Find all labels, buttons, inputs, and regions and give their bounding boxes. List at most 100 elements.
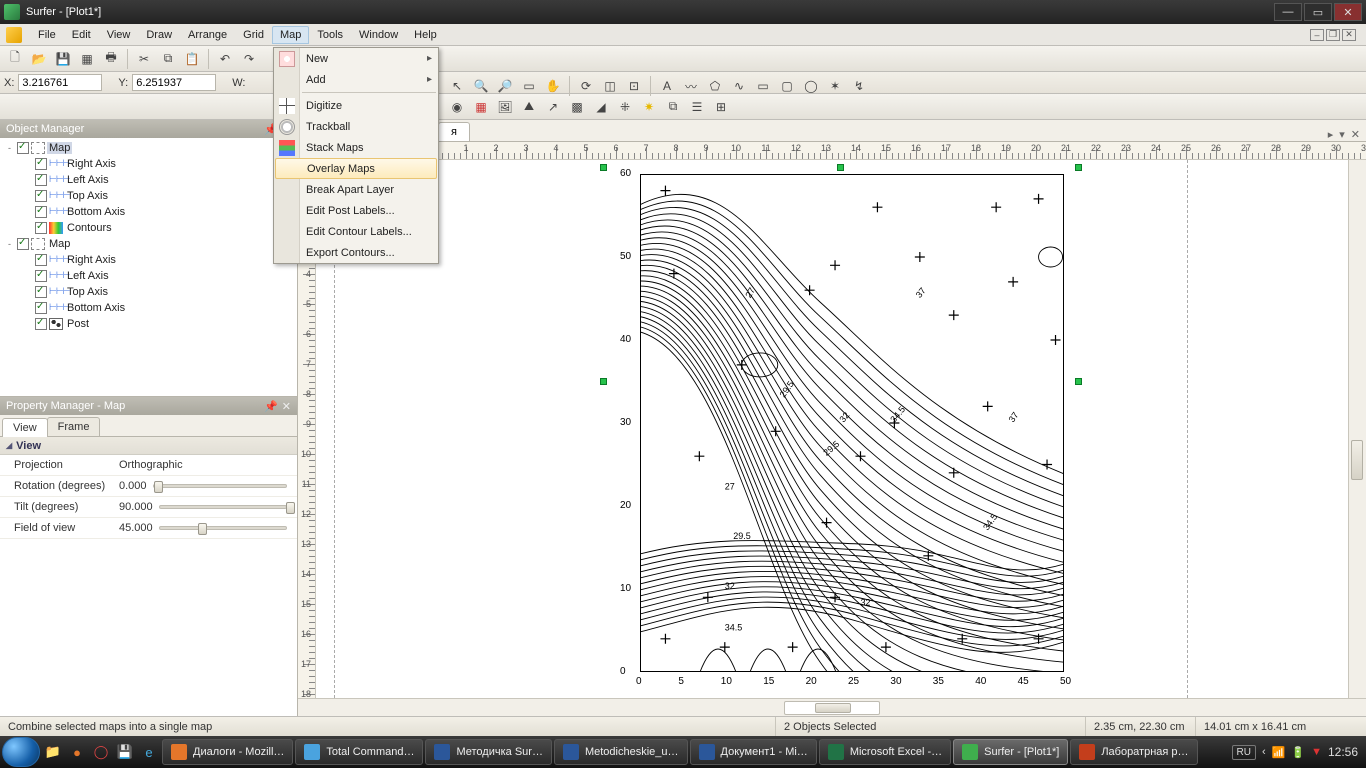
- maximize-button[interactable]: ▭: [1304, 3, 1332, 21]
- data-grid-icon[interactable]: ▦: [76, 48, 98, 70]
- pan-icon[interactable]: ✋: [542, 75, 564, 97]
- menu-help[interactable]: Help: [406, 26, 445, 44]
- tab-scroll-left-icon[interactable]: ▸: [1328, 128, 1334, 141]
- plot-canvas[interactable]: 2729.53234.5373734.52729.53234.53229.5 0…: [316, 160, 1348, 698]
- dd-break-apart[interactable]: Break Apart Layer: [274, 179, 438, 200]
- menu-edit[interactable]: Edit: [64, 26, 99, 44]
- tree-node[interactable]: Right Axis: [2, 156, 295, 172]
- selection-handle[interactable]: [600, 164, 607, 171]
- checkbox[interactable]: [35, 174, 47, 186]
- tree-node[interactable]: Bottom Axis: [2, 204, 295, 220]
- pointer-icon[interactable]: ↖: [446, 75, 468, 97]
- print-icon[interactable]: 🖶: [100, 48, 122, 70]
- dd-stack-maps[interactable]: Stack Maps: [274, 137, 438, 158]
- pin-icon[interactable]: 📌: [264, 400, 278, 413]
- tree-node[interactable]: -Map: [2, 140, 295, 156]
- mdi-minimize[interactable]: –: [1310, 29, 1324, 41]
- map-plot[interactable]: 2729.53234.5373734.52729.53234.53229.5 0…: [606, 170, 1076, 698]
- checkbox[interactable]: [17, 238, 29, 250]
- selection-handle[interactable]: [1075, 378, 1082, 385]
- document-tab[interactable]: я: [438, 122, 470, 141]
- copy-icon[interactable]: ⧉: [157, 48, 179, 70]
- cut-icon[interactable]: ✂: [133, 48, 155, 70]
- taskbar-item[interactable]: Metodicheskie_u…: [554, 739, 688, 765]
- property-row[interactable]: ProjectionOrthographic: [0, 455, 297, 476]
- zoom-out-icon[interactable]: 🔎: [494, 75, 516, 97]
- horizontal-scrollbar[interactable]: [298, 698, 1366, 716]
- prop-group-view[interactable]: View: [0, 437, 297, 455]
- paste-icon[interactable]: 📋: [181, 48, 203, 70]
- mdi-close[interactable]: ✕: [1342, 29, 1356, 41]
- tray-battery-icon[interactable]: 🔋: [1291, 746, 1305, 759]
- scroll-thumb[interactable]: [1351, 440, 1363, 480]
- close-button[interactable]: ✕: [1334, 3, 1362, 21]
- ql-save-icon[interactable]: 💾: [114, 741, 136, 763]
- redraw-icon[interactable]: ⟳: [575, 75, 597, 97]
- selection-handle[interactable]: [837, 164, 844, 171]
- spline-icon[interactable]: ∿: [728, 75, 750, 97]
- checkbox[interactable]: [35, 206, 47, 218]
- rect-icon[interactable]: ▭: [752, 75, 774, 97]
- open-icon[interactable]: 📂: [28, 48, 50, 70]
- taskbar-item[interactable]: Лаборатрная р…: [1070, 739, 1197, 765]
- property-row[interactable]: Tilt (degrees)90.000: [0, 497, 297, 518]
- dd-trackball[interactable]: Trackball: [274, 116, 438, 137]
- zoom-rect-icon[interactable]: ▭: [518, 75, 540, 97]
- undo-icon[interactable]: ↶: [214, 48, 236, 70]
- menu-arrange[interactable]: Arrange: [180, 26, 235, 44]
- polyline-icon[interactable]: 〰: [680, 75, 702, 97]
- start-orb[interactable]: [2, 737, 40, 767]
- coord-y-input[interactable]: [132, 74, 216, 91]
- clock[interactable]: 12:56: [1328, 745, 1358, 759]
- ql-ie-icon[interactable]: e: [138, 741, 160, 763]
- taskbar-item[interactable]: Total Command…: [295, 739, 423, 765]
- property-row[interactable]: Field of view45.000: [0, 518, 297, 539]
- new-doc-icon[interactable]: 🗋: [4, 48, 26, 70]
- checkbox[interactable]: [35, 190, 47, 202]
- property-row[interactable]: Rotation (degrees)0.000: [0, 476, 297, 497]
- checkbox[interactable]: [35, 222, 47, 234]
- dd-overlay-maps[interactable]: Overlay Maps: [275, 158, 437, 179]
- tray-network-icon[interactable]: 📶: [1272, 746, 1286, 759]
- actual-icon[interactable]: ⊡: [623, 75, 645, 97]
- tab-frame[interactable]: Frame: [47, 417, 101, 436]
- tree-node[interactable]: -Map: [2, 236, 295, 252]
- slider[interactable]: [153, 484, 287, 488]
- checkbox[interactable]: [35, 286, 47, 298]
- language-indicator[interactable]: RU: [1232, 745, 1256, 760]
- text-icon[interactable]: A: [656, 75, 678, 97]
- checkbox[interactable]: [35, 302, 47, 314]
- menu-view[interactable]: View: [99, 26, 139, 44]
- minimize-button[interactable]: —: [1274, 3, 1302, 21]
- checkbox[interactable]: [35, 158, 47, 170]
- ql-opera-icon[interactable]: ◯: [90, 741, 112, 763]
- ql-firefox-icon[interactable]: ●: [66, 741, 88, 763]
- tree-node[interactable]: Bottom Axis: [2, 300, 295, 316]
- checkbox[interactable]: [17, 142, 29, 154]
- menu-file[interactable]: File: [30, 26, 64, 44]
- redo-icon[interactable]: ↷: [238, 48, 260, 70]
- menu-map[interactable]: Map: [272, 26, 309, 44]
- slider[interactable]: [159, 526, 287, 530]
- mdi-restore[interactable]: ❐: [1326, 29, 1340, 41]
- taskbar-item[interactable]: Диалоги - Mozill…: [162, 739, 293, 765]
- selection-handle[interactable]: [600, 378, 607, 385]
- menu-draw[interactable]: Draw: [138, 26, 180, 44]
- tree-node[interactable]: Post: [2, 316, 295, 332]
- tree-node[interactable]: Top Axis: [2, 284, 295, 300]
- dd-export-contours[interactable]: Export Contours...: [274, 242, 438, 263]
- dd-digitize[interactable]: Digitize: [274, 95, 438, 116]
- checkbox[interactable]: [35, 270, 47, 282]
- selection-handle[interactable]: [1075, 164, 1082, 171]
- tree-node[interactable]: Left Axis: [2, 268, 295, 284]
- symbol-icon[interactable]: ✶: [824, 75, 846, 97]
- tab-view[interactable]: View: [2, 418, 48, 437]
- rrect-icon[interactable]: ▢: [776, 75, 798, 97]
- menu-window[interactable]: Window: [351, 26, 406, 44]
- panel-close-icon[interactable]: ✕: [282, 400, 291, 413]
- reshape-icon[interactable]: ↯: [848, 75, 870, 97]
- dd-new[interactable]: New: [274, 48, 438, 69]
- checkbox[interactable]: [35, 254, 47, 266]
- taskbar-item[interactable]: Документ1 - Mi…: [690, 739, 817, 765]
- taskbar-item[interactable]: Surfer - [Plot1*]: [953, 739, 1068, 765]
